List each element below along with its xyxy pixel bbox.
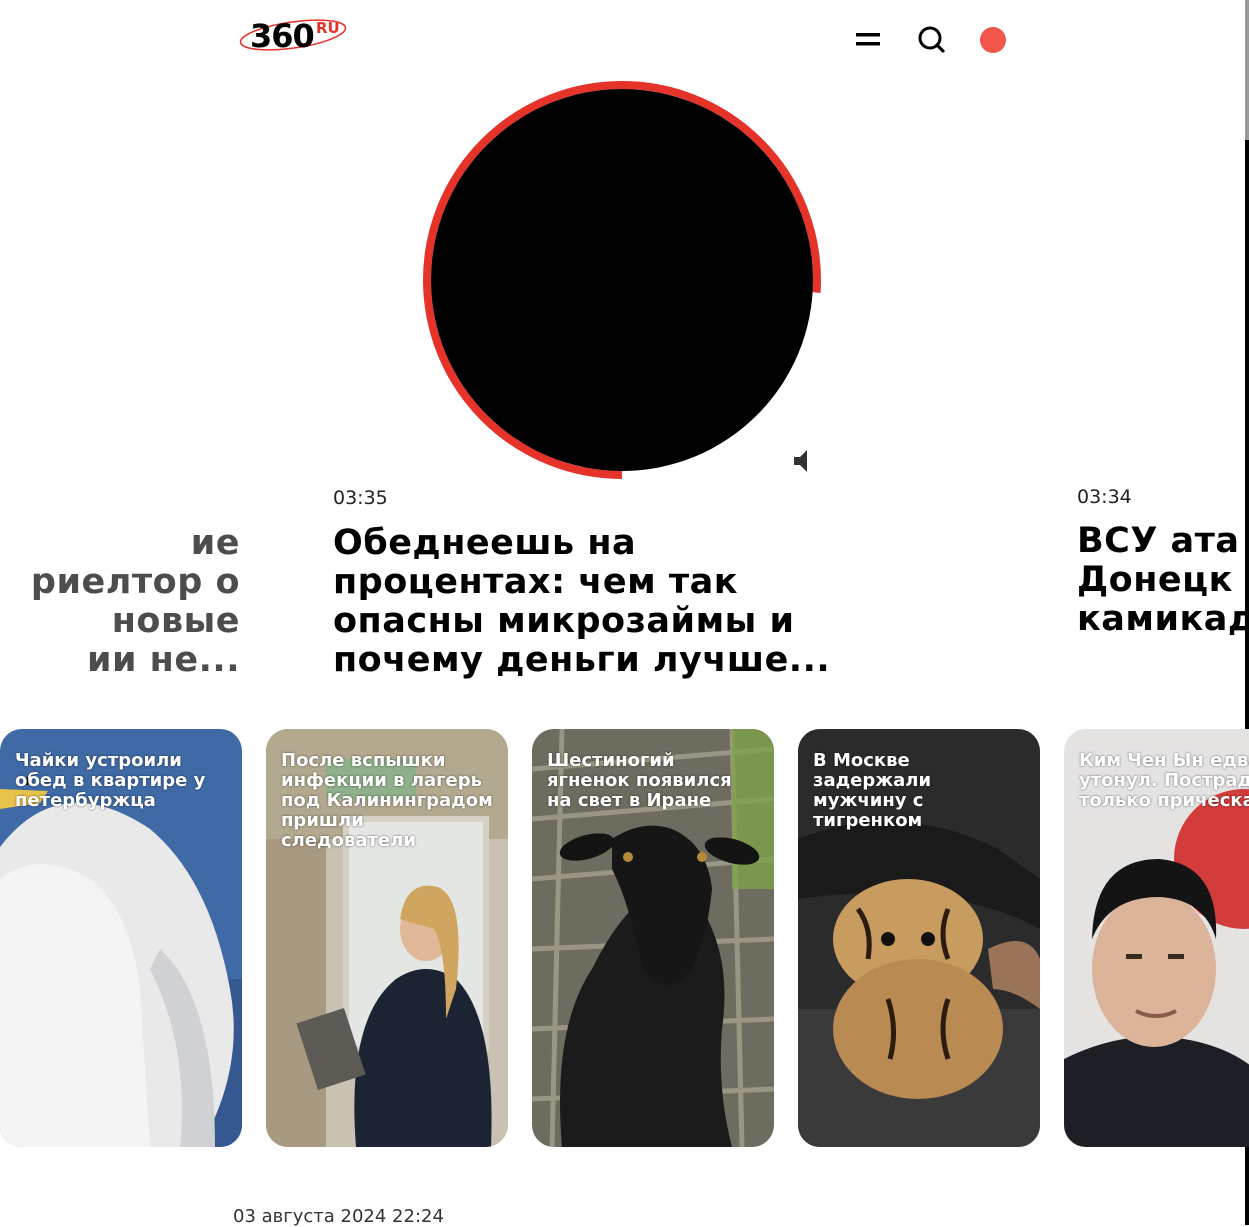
- player-ring: [423, 81, 821, 479]
- story-right-line: Донецк: [1077, 560, 1233, 600]
- scrollbar-thumb[interactable]: [1245, 0, 1249, 140]
- story-right-time: 03:34: [1077, 486, 1132, 508]
- video-player[interactable]: [420, 78, 824, 482]
- news-card[interactable]: Ким Чен Ын едва не утонул. Пострадала то…: [1064, 729, 1249, 1147]
- news-card[interactable]: После вспышки инфекции в лагерь под Кали…: [266, 729, 508, 1147]
- story-left-line: ии не...: [86, 640, 240, 680]
- story-right-line: ВСУ ата: [1077, 521, 1240, 561]
- mute-button[interactable]: [788, 446, 812, 476]
- card-title: Шестиногий ягненок появился на свет в Ир…: [547, 750, 732, 811]
- story-right-title[interactable]: ВСУ ата Донецк камикад: [1077, 522, 1249, 639]
- news-card[interactable]: В Москве задержали мужчину с тигренком: [798, 729, 1040, 1147]
- search-button[interactable]: [914, 22, 948, 56]
- story-right-line: камикад: [1077, 599, 1249, 639]
- menu-button[interactable]: [852, 24, 884, 54]
- story-left-line: новые: [111, 601, 240, 641]
- card-title: В Москве задержали мужчину с тигренком: [813, 750, 932, 831]
- live-dot-icon[interactable]: [980, 27, 1006, 53]
- story-left-title[interactable]: ие риелтор о новые ии не...: [0, 524, 240, 680]
- search-icon: [918, 26, 945, 53]
- card-title: Чайки устроили обед в квартире у петербу…: [15, 750, 206, 811]
- story-left-line: риелтор о: [30, 562, 240, 602]
- site-logo[interactable]: 360 RU: [238, 10, 353, 56]
- news-card[interactable]: Чайки устроили обед в квартире у петербу…: [0, 729, 242, 1147]
- card-title: После вспышки инфекции в лагерь под Кали…: [281, 750, 493, 851]
- speaker-icon: [794, 450, 807, 472]
- card-title: Ким Чен Ын едва не утонул. Пострадала то…: [1079, 750, 1249, 811]
- story-left-line: ие: [190, 523, 240, 563]
- menu-icon: [856, 33, 880, 46]
- publish-date: 03 августа 2024 22:24: [233, 1206, 444, 1227]
- story-main-title[interactable]: Обеднеешь на процентах: чем так опасны м…: [333, 524, 873, 680]
- logo-suffix: RU: [316, 19, 340, 37]
- news-card[interactable]: Шестиногий ягненок появился на свет в Ир…: [532, 729, 774, 1147]
- video-frame: [431, 89, 813, 471]
- story-main-time: 03:35: [333, 487, 388, 509]
- logo-text: 360: [250, 17, 315, 55]
